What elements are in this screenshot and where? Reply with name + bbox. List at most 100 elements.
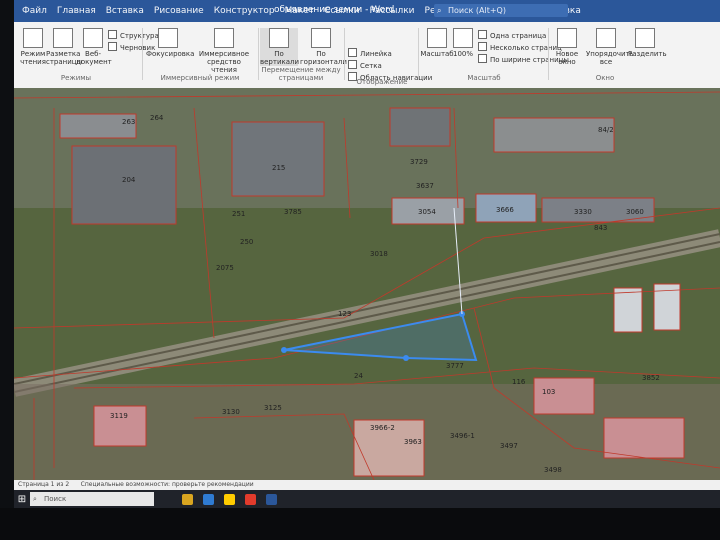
vertical-pages-icon	[269, 28, 289, 48]
split-button[interactable]: Разделить	[628, 28, 667, 58]
plot-vertex	[281, 347, 287, 353]
reader-icon	[214, 28, 234, 48]
divider	[142, 28, 143, 80]
horizontal-pages-icon	[311, 28, 331, 48]
word-icon[interactable]	[266, 493, 277, 505]
ruler-checkbox[interactable]: Линейка	[348, 48, 392, 58]
side-to-side-button[interactable]: По горизонтали	[300, 28, 347, 66]
tab-1[interactable]: Главная	[57, 6, 96, 16]
parcel-label: 3637	[416, 182, 434, 190]
taskbar-search[interactable]: Поиск	[30, 492, 154, 506]
parcel-label: 215	[272, 164, 285, 172]
search-box[interactable]: Поиск (Alt+Q)	[434, 4, 568, 17]
building-block	[493, 117, 615, 153]
group-label: Окно	[595, 74, 615, 82]
tab-4[interactable]: Конструктор	[214, 6, 275, 16]
grid-checkbox[interactable]: Сетка	[348, 60, 382, 70]
parcel-label: 2075	[216, 264, 234, 272]
divider	[344, 28, 345, 80]
parcel-label: 3497	[500, 442, 518, 450]
globe-icon	[83, 28, 103, 48]
parcel-label: 3330	[574, 208, 592, 216]
parcel-label: 3852	[642, 374, 660, 382]
divider	[548, 28, 549, 80]
focus-icon	[158, 28, 178, 48]
immersive-reader-button[interactable]: Иммерсивное средство чтения	[194, 28, 254, 74]
window-icon	[557, 28, 577, 48]
divider	[258, 28, 259, 80]
group-label: Иммерсивный режим	[160, 74, 240, 82]
group-label: Перемещение между страницами	[261, 66, 341, 82]
zoom-button[interactable]: Масштаб	[420, 28, 454, 58]
parcel-label: 116	[512, 378, 526, 386]
cadastral-map-image: 263 264 204 215 3729 3637 3054 3666 3330…	[14, 88, 720, 480]
monitor-bezel	[0, 508, 720, 540]
mail-icon[interactable]	[203, 493, 214, 505]
parcel-label: 3966-2	[370, 424, 395, 432]
parcel-label: 84/2	[598, 126, 614, 134]
parcel-label: 204	[122, 176, 136, 184]
group-label: Масштаб	[467, 74, 501, 82]
plot-vertex	[403, 355, 409, 361]
map-svg: 263 264 204 215 3729 3637 3054 3666 3330…	[14, 88, 720, 480]
new-window-button[interactable]: Новое окно	[550, 28, 584, 66]
focus-button[interactable]: Фокусировка	[146, 28, 194, 58]
document-title: объявление земли - Word	[274, 5, 395, 15]
status-bar: Страница 1 из 2 Специальные возможности:…	[14, 480, 720, 490]
split-icon	[635, 28, 655, 48]
parcel-label: 250	[240, 238, 253, 246]
print-layout-button[interactable]: Разметка страницы	[46, 28, 82, 66]
building-pink	[603, 417, 685, 459]
parcel-label: 3785	[284, 208, 302, 216]
ribbon: Режим чтения Разметка страницы Веб-докум…	[14, 22, 720, 89]
parcel-label: 123	[338, 310, 351, 318]
web-layout-button[interactable]: Веб-документ	[76, 28, 112, 66]
group-zoom: Масштаб 100% Одна страница Несколько стр…	[420, 26, 569, 82]
book-icon	[23, 28, 43, 48]
parcel-label: 3498	[544, 466, 562, 474]
monitor-screen: Файл Главная Вставка Рисование Конструктор Ма…	[14, 0, 720, 508]
explorer-icon[interactable]	[182, 493, 193, 505]
group-page-move: По вертикали По горизонтали Перемещение …	[260, 26, 347, 82]
arrange-all-button[interactable]: Упорядочить все	[586, 28, 634, 66]
percent-icon	[453, 28, 473, 48]
parcel-label: 3060	[626, 208, 644, 216]
page-icon	[53, 28, 73, 48]
parcel-label: 3125	[264, 404, 282, 412]
building-102	[533, 377, 595, 415]
divider	[418, 28, 419, 80]
page-count: Страница 1 из 2	[18, 481, 70, 488]
parcel-label: 263	[122, 118, 135, 126]
yandex-browser-icon[interactable]	[224, 493, 235, 505]
tab-0[interactable]: Файл	[22, 6, 47, 16]
parcel-label: 3054	[418, 208, 436, 216]
vertical-button[interactable]: По вертикали	[260, 28, 299, 66]
building-215	[231, 121, 325, 197]
building-white	[613, 287, 643, 333]
tab-2[interactable]: Вставка	[106, 6, 144, 16]
parcel-label: 264	[150, 114, 164, 122]
parcel-label: 3496-1	[450, 432, 475, 440]
magnifier-icon	[427, 28, 447, 48]
parcel-label: 3130	[222, 408, 240, 416]
one-page-button[interactable]: Одна страница	[478, 30, 546, 40]
group-label: Режимы	[60, 74, 92, 82]
zoom-100-button[interactable]: 100%	[450, 28, 476, 58]
windows-start-icon[interactable]: ⊞	[14, 490, 30, 508]
taskbar: ⊞ Поиск	[14, 490, 720, 508]
read-mode-button[interactable]: Режим чтения	[16, 28, 50, 66]
accessibility-status[interactable]: Специальные возможности: проверьте реком…	[81, 481, 254, 488]
group-label: Отображение	[356, 78, 408, 86]
group-window: Новое окно Упорядочить все Разделить Окн…	[550, 26, 667, 82]
parcel-label: 3119	[110, 412, 128, 420]
taskbar-apps	[182, 493, 277, 505]
tab-3[interactable]: Рисование	[154, 6, 204, 16]
building-block	[389, 107, 451, 147]
arrange-icon	[596, 28, 616, 48]
group-show: Линейка Сетка Область навигации Отображе…	[348, 26, 433, 86]
yandex-icon[interactable]	[245, 493, 256, 505]
title-bar: Файл Главная Вставка Рисование Конструктор Ма…	[14, 0, 720, 22]
group-modes: Режим чтения Разметка страницы Веб-докум…	[16, 26, 159, 82]
parcel-label: 3777	[446, 362, 464, 370]
parcel-label: 24	[354, 372, 363, 380]
